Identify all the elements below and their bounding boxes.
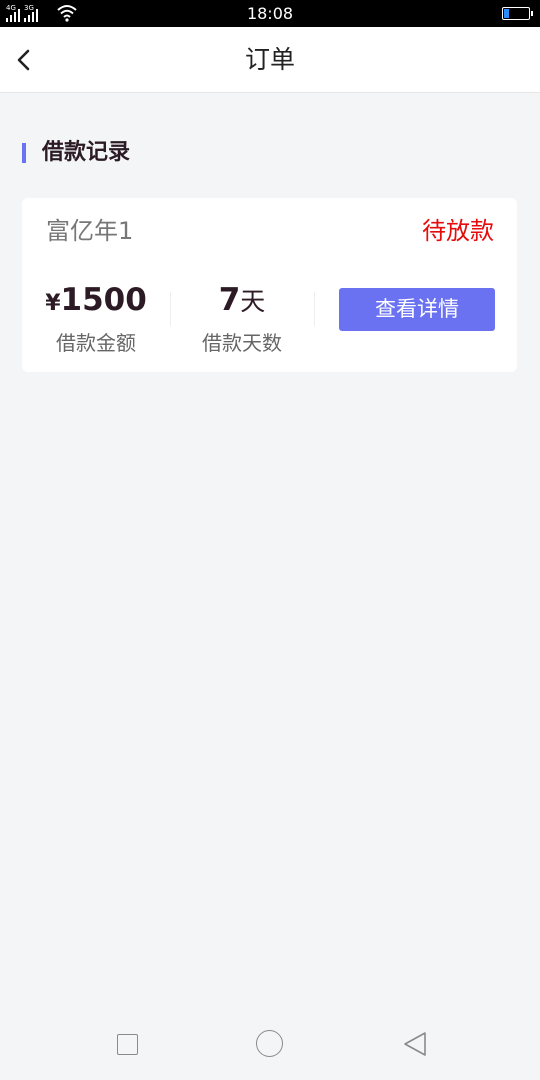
loan-amount: ¥1500 xyxy=(22,280,170,324)
app-header: 订单 xyxy=(0,27,540,93)
days-unit: 天 xyxy=(240,287,266,316)
loan-days-label: 借款天数 xyxy=(202,331,282,355)
status-bar: 4G 3G 18:08 xyxy=(0,0,540,27)
status-time: 18:08 xyxy=(246,4,294,23)
section-title: 借款记录 xyxy=(42,140,131,165)
status-badge: 待放款 xyxy=(422,217,494,245)
amount-value: 1500 xyxy=(60,282,147,318)
loan-record-card: 富亿年1 待放款 ¥1500 借款金额 7天 借款天数 查看详情 xyxy=(22,198,517,372)
system-nav-bar xyxy=(0,1010,540,1080)
back-triangle-icon[interactable] xyxy=(402,1030,428,1058)
page-title: 订单 xyxy=(244,45,295,74)
loan-days: 7天 xyxy=(170,280,314,322)
battery-icon xyxy=(502,7,533,20)
view-details-button[interactable]: 查看详情 xyxy=(339,288,495,331)
loan-amount-label: 借款金额 xyxy=(56,331,136,355)
home-icon[interactable] xyxy=(256,1030,283,1057)
product-name: 富亿年1 xyxy=(46,217,134,245)
recent-apps-icon[interactable] xyxy=(117,1034,138,1055)
days-value: 7 xyxy=(218,282,241,318)
section-marker xyxy=(22,143,26,163)
divider xyxy=(314,292,315,326)
currency-symbol: ¥ xyxy=(45,291,61,316)
